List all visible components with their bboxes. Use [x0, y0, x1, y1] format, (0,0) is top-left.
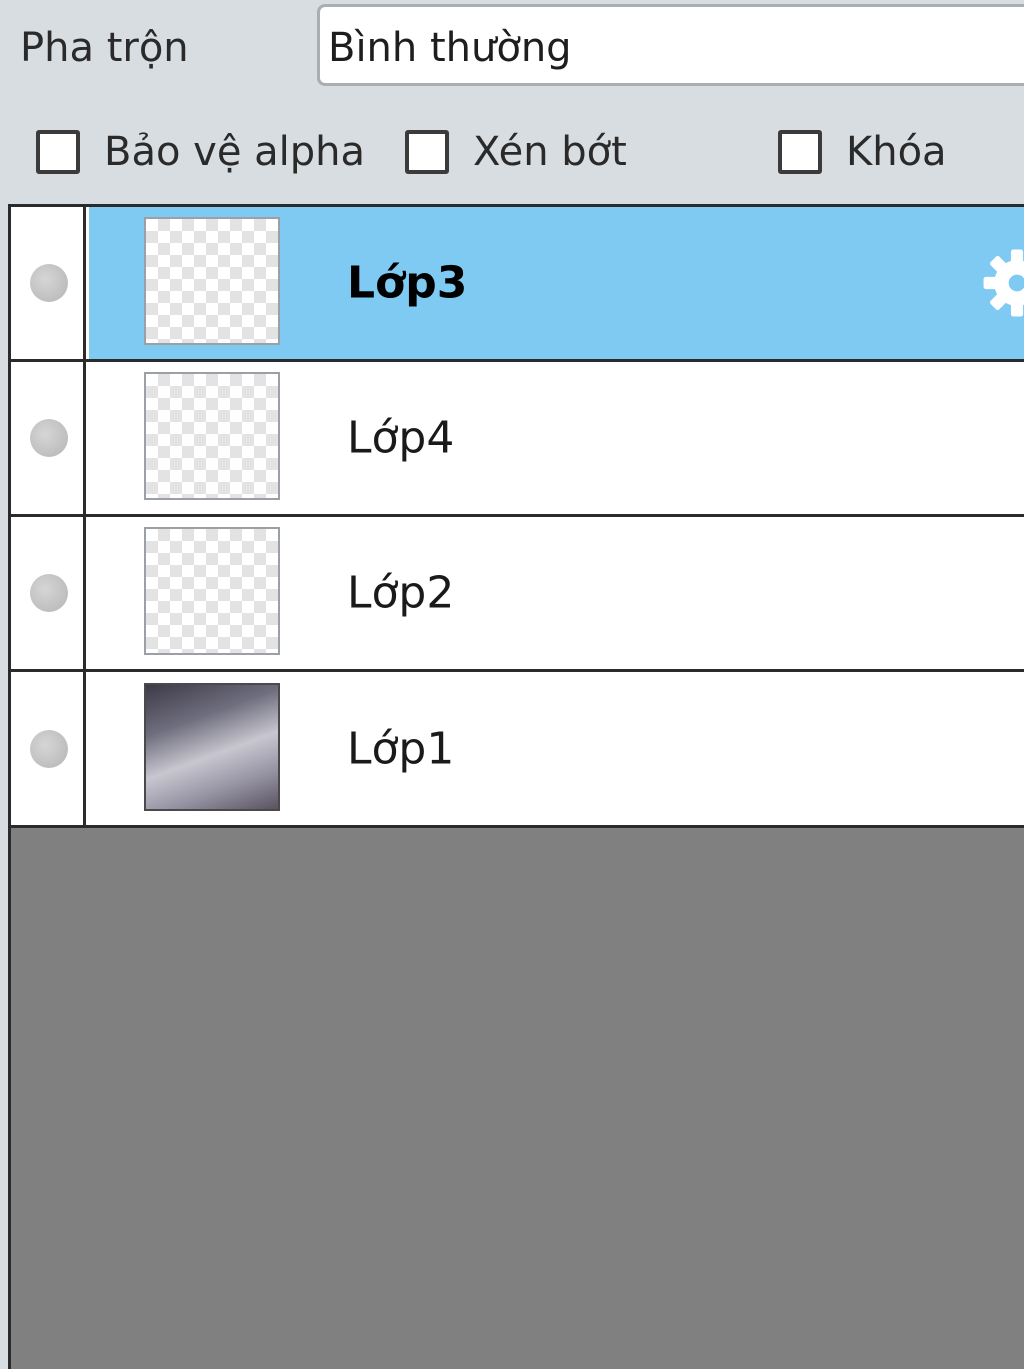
blend-mode-select[interactable]: Bình thường — [317, 4, 1024, 86]
layer-thumbnail — [144, 527, 280, 655]
layer-content[interactable]: Lớp2 — [89, 517, 1024, 669]
layer-content[interactable]: Lớp3 — [89, 207, 1024, 359]
layer-list: Lớp3 Lớp4 Lớp2 Lớp1 — [8, 204, 1024, 1369]
lock-checkbox[interactable]: Khóa — [778, 124, 947, 180]
layer-content[interactable]: Lớp1 — [89, 672, 1024, 825]
checkbox-label: Xén bớt — [473, 129, 627, 175]
protect-alpha-checkbox[interactable]: Bảo vệ alpha — [36, 124, 365, 180]
checkbox-label: Khóa — [846, 129, 947, 175]
visibility-dot-icon[interactable] — [30, 729, 68, 768]
layer-thumbnail — [144, 682, 280, 811]
layer-row[interactable]: Lớp4 — [11, 359, 1024, 514]
gear-icon[interactable] — [979, 245, 1024, 321]
layers-panel: Pha trộn Bình thường Bảo vệ alpha Xén bớ… — [0, 0, 1024, 1369]
visibility-dot-icon[interactable] — [30, 419, 68, 457]
visibility-toggle[interactable] — [11, 672, 86, 825]
layer-thumbnail — [144, 372, 280, 500]
checkbox-box[interactable] — [405, 130, 449, 174]
visibility-dot-icon[interactable] — [30, 574, 68, 612]
layer-name: Lớp2 — [347, 567, 455, 619]
layer-row[interactable]: Lớp3 — [11, 204, 1024, 359]
visibility-toggle[interactable] — [11, 362, 86, 514]
checkbox-box[interactable] — [36, 130, 80, 174]
visibility-dot-icon[interactable] — [30, 264, 68, 302]
visibility-toggle[interactable] — [11, 517, 86, 669]
layer-name: Lớp3 — [347, 257, 468, 309]
layer-row[interactable]: Lớp2 — [11, 514, 1024, 669]
layer-name: Lớp1 — [347, 723, 455, 774]
clip-checkbox[interactable]: Xén bớt — [405, 124, 627, 180]
layer-thumbnail — [144, 217, 280, 345]
checkbox-box[interactable] — [778, 130, 822, 174]
layer-row[interactable]: Lớp1 — [11, 669, 1024, 828]
layer-content[interactable]: Lớp4 — [89, 362, 1024, 514]
blend-mode-label: Pha trộn — [20, 25, 189, 71]
visibility-toggle[interactable] — [11, 207, 86, 359]
checkbox-label: Bảo vệ alpha — [104, 129, 366, 175]
layer-name: Lớp4 — [347, 412, 455, 464]
